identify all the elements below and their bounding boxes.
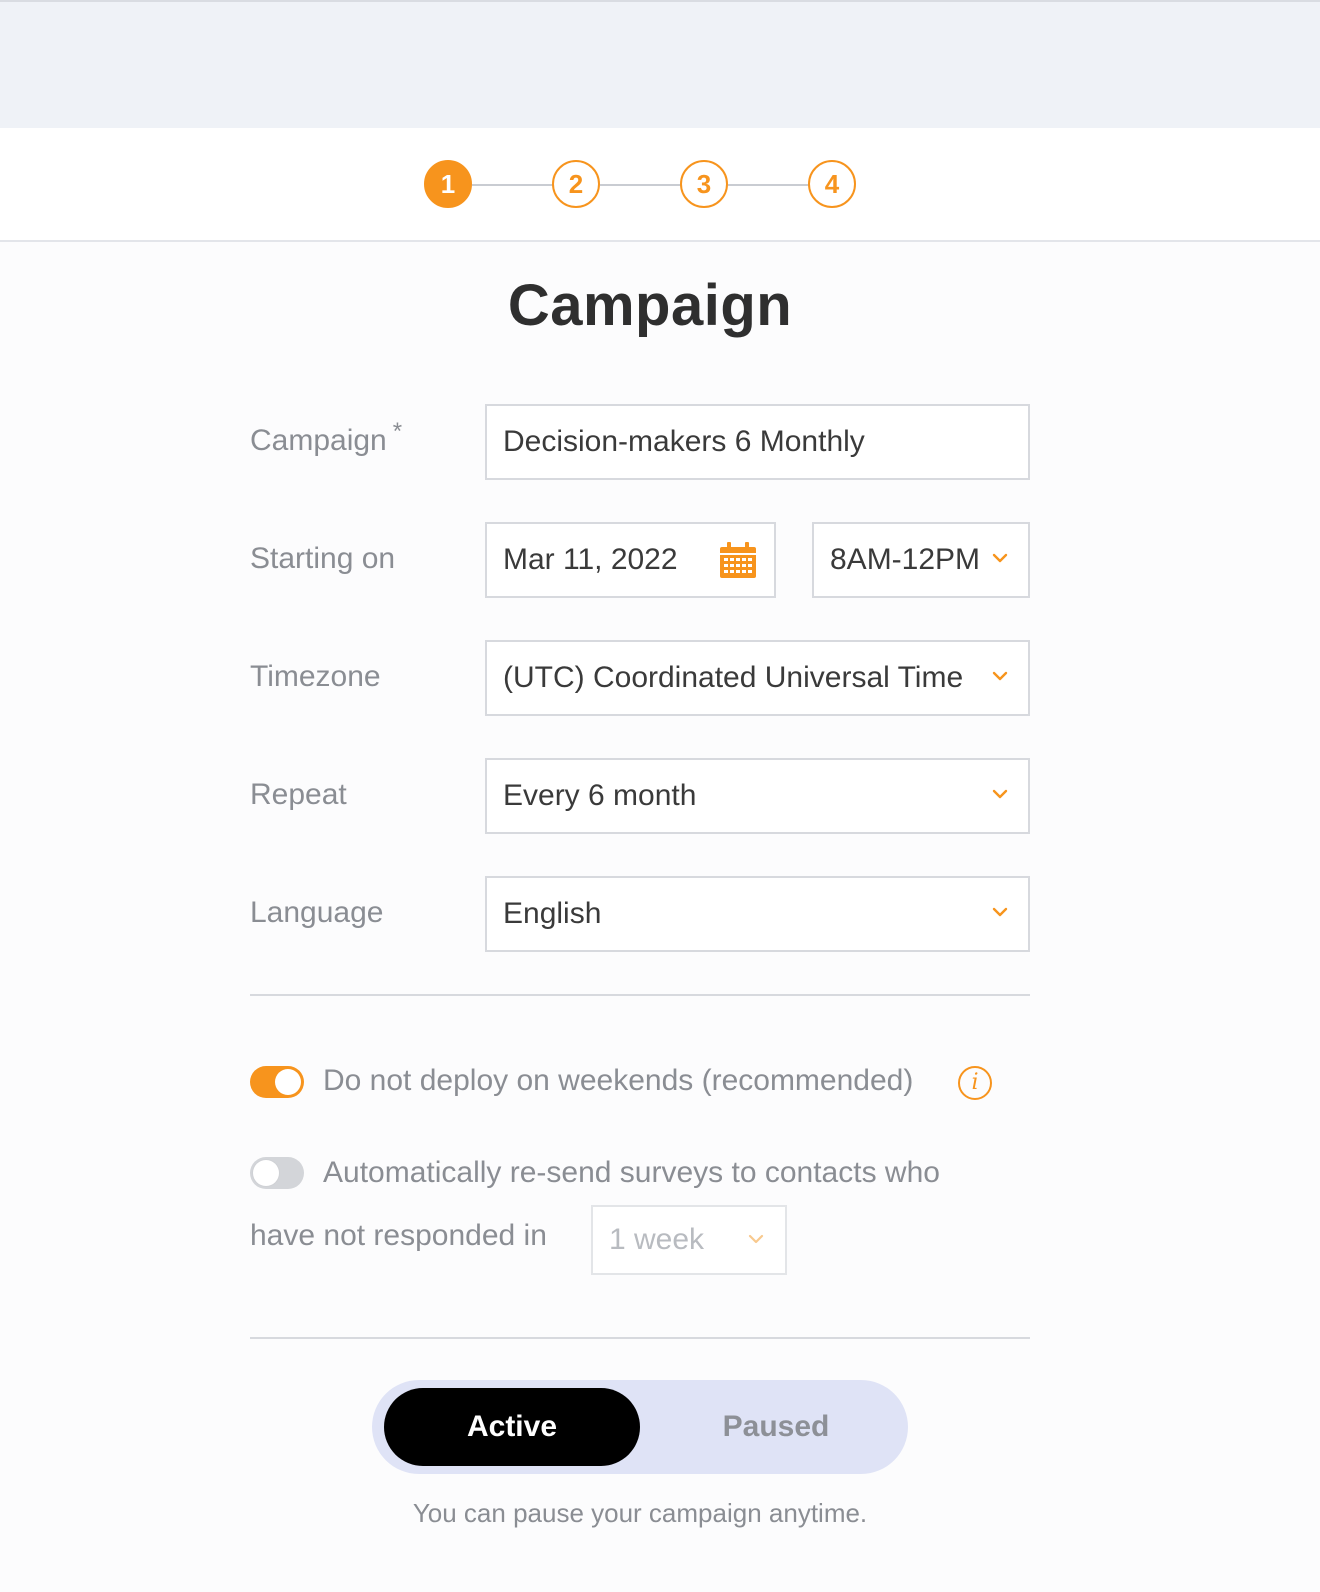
campaign-name-value: Decision-makers 6 Monthly — [503, 425, 865, 458]
language-value: English — [503, 897, 602, 930]
stepper: 1 2 3 4 — [0, 128, 1320, 242]
language-select[interactable]: English — [485, 876, 1030, 952]
step-1[interactable]: 1 — [424, 160, 472, 208]
chevron-down-icon — [992, 671, 1008, 681]
step-4[interactable]: 4 — [808, 160, 856, 208]
info-icon[interactable]: i — [958, 1066, 992, 1100]
resend-interval-select[interactable]: 1 week — [591, 1205, 787, 1275]
step-connector — [728, 184, 810, 186]
repeat-value: Every 6 month — [503, 779, 697, 812]
chevron-down-icon — [992, 907, 1008, 917]
start-date-input[interactable]: Mar 11, 2022 — [485, 522, 776, 598]
campaign-name-input[interactable]: Decision-makers 6 Monthly — [485, 404, 1030, 480]
divider — [250, 994, 1030, 996]
start-date-value: Mar 11, 2022 — [503, 543, 678, 576]
chevron-down-icon — [992, 553, 1008, 563]
campaign-label: Campaign * — [250, 418, 402, 458]
weekends-toggle[interactable] — [250, 1066, 304, 1098]
weekends-text: Do not deploy on weekends (recommended) — [323, 1064, 914, 1097]
paused-button[interactable]: Paused — [656, 1388, 896, 1466]
campaign-label-text: Campaign — [250, 424, 387, 457]
chevron-down-icon — [992, 789, 1008, 799]
timezone-label: Timezone — [250, 660, 381, 693]
required-mark: * — [392, 418, 403, 445]
step-2[interactable]: 2 — [552, 160, 600, 208]
pause-note: You can pause your campaign anytime. — [412, 1498, 868, 1528]
toggle-knob — [253, 1160, 279, 1186]
timezone-select[interactable]: (UTC) Coordinated Universal Time — [485, 640, 1030, 716]
status-segmented-control: Active Paused — [372, 1380, 908, 1474]
active-button[interactable]: Active — [384, 1388, 640, 1466]
step-connector — [600, 184, 682, 186]
time-window-value: 8AM-12PM — [830, 543, 981, 576]
resend-interval-value: 1 week — [609, 1223, 705, 1256]
toggle-knob — [275, 1069, 301, 1095]
resend-text: Automatically re-send surveys to contact… — [323, 1156, 940, 1189]
resend-toggle[interactable] — [250, 1157, 304, 1189]
divider — [250, 1337, 1030, 1339]
timezone-value: (UTC) Coordinated Universal Time — [503, 661, 964, 694]
starting-on-label: Starting on — [250, 542, 396, 575]
resend-text-continued: have not responded in — [250, 1219, 547, 1252]
page-title: Campaign — [507, 273, 793, 338]
time-window-select[interactable]: 8AM-12PM — [812, 522, 1030, 598]
chevron-down-icon — [748, 1234, 764, 1244]
repeat-label: Repeat — [250, 778, 347, 811]
step-3[interactable]: 3 — [680, 160, 728, 208]
calendar-icon[interactable] — [718, 540, 758, 580]
step-connector — [472, 184, 554, 186]
language-label: Language — [250, 896, 384, 929]
repeat-select[interactable]: Every 6 month — [485, 758, 1030, 834]
header-band — [0, 0, 1320, 130]
